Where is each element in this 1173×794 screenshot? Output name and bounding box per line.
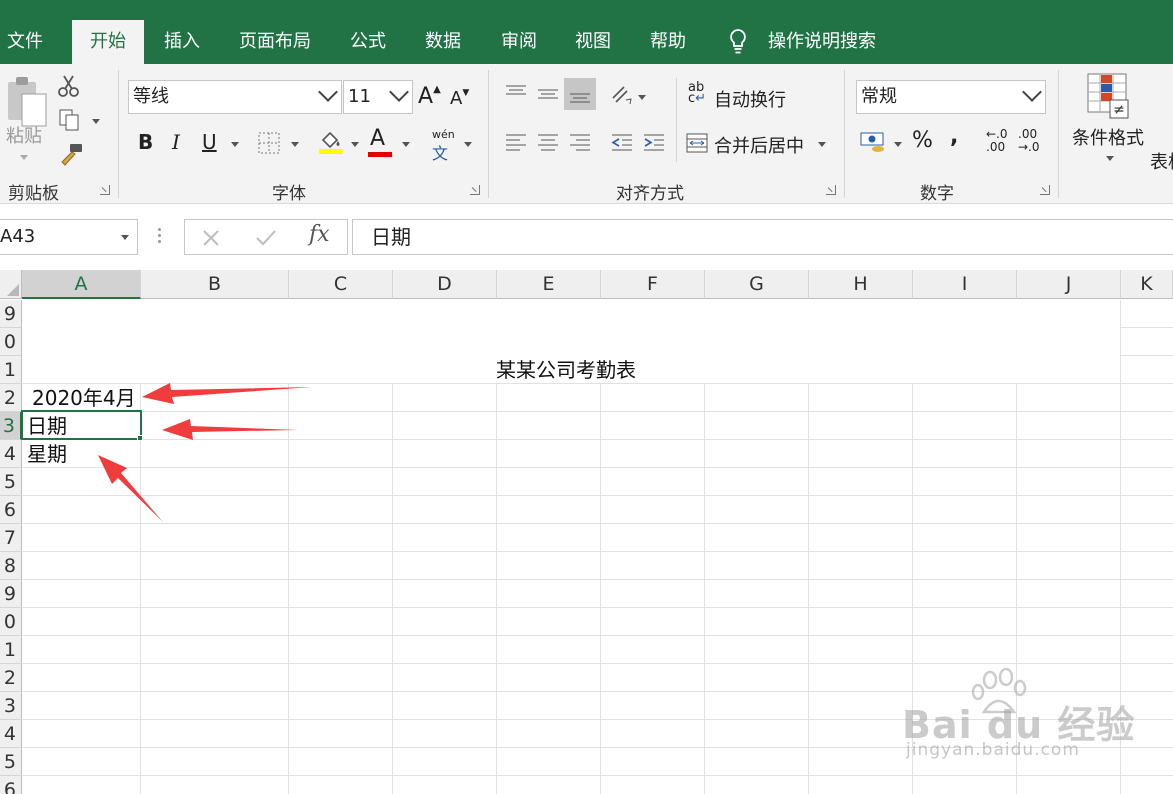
watermark-url: jingyan.baidu.com bbox=[906, 740, 1080, 760]
arrow-to-month bbox=[142, 383, 312, 404]
baidu-watermark: Bai du 经验 jingyan.baidu.com bbox=[898, 668, 1134, 772]
arrow-to-date bbox=[162, 419, 298, 440]
arrow-to-weekday bbox=[98, 455, 163, 522]
